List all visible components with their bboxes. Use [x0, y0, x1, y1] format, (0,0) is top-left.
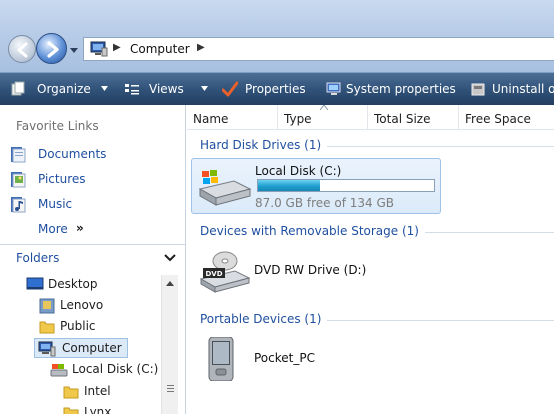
tree-item-label: Local Disk (C:) — [72, 362, 159, 376]
favorite-item-documents[interactable]: Documents — [10, 145, 180, 165]
scroll-up-arrow-icon[interactable] — [166, 281, 174, 286]
tree-item-computer[interactable]: Computer — [34, 338, 128, 358]
favorite-item-label: Documents — [38, 147, 107, 161]
device-tile-pocket-pc[interactable]: Pocket_PC — [191, 331, 441, 387]
uninstall-icon — [471, 83, 485, 96]
address-separator-arrow[interactable]: ▶ — [197, 42, 205, 53]
column-header-name[interactable]: Name — [187, 105, 278, 130]
drive-free-space-text: 87.0 GB free of 134 GB — [255, 196, 394, 210]
computer-icon — [38, 341, 56, 357]
more-links-button[interactable]: More — [38, 222, 68, 236]
command-toolbar: Organize Views Properties System propert… — [0, 72, 554, 105]
checkmark-icon — [222, 81, 238, 97]
more-chevron-icon[interactable]: » — [76, 221, 84, 235]
computer-icon — [90, 41, 108, 57]
system-properties-icon — [326, 82, 341, 95]
address-bar[interactable]: ▶ Computer ▶ — [83, 37, 554, 61]
organize-button[interactable]: Organize — [10, 80, 110, 98]
favorite-item-label: Music — [38, 197, 73, 211]
back-button[interactable] — [8, 35, 36, 63]
drive-name: Local Disk (C:) — [255, 164, 342, 178]
dvd-drive-icon: DVD — [199, 251, 251, 293]
group-label: Portable Devices (1) — [200, 312, 328, 326]
favorite-item-pictures[interactable]: Pictures — [10, 170, 180, 190]
folders-title: Folders — [16, 251, 60, 265]
organize-label: Organize — [37, 82, 91, 96]
drive-tile-local-disk[interactable]: Local Disk (C:) 87.0 GB free of 134 GB — [191, 158, 441, 214]
column-label: Free Space — [465, 112, 531, 126]
drive-tile-dvd[interactable]: DVD DVD RW Drive (D:) — [191, 243, 441, 299]
tree-item-label: Desktop — [48, 277, 98, 291]
tree-item-label: Intel — [84, 384, 111, 398]
column-header-total-size[interactable]: Total Size — [368, 105, 459, 130]
group-header-portable-devices[interactable]: Portable Devices (1) — [200, 312, 554, 328]
dvd-badge-text: DVD — [205, 270, 222, 278]
address-region: ▶ Computer ▶ — [0, 0, 554, 72]
column-label: Name — [193, 112, 229, 126]
folder-icon — [39, 321, 55, 334]
uninstall-label: Uninstall o — [492, 82, 554, 96]
scroll-grip-icon[interactable] — [167, 385, 174, 393]
pane-divider[interactable] — [0, 244, 185, 245]
forward-arrow-icon — [47, 41, 59, 58]
music-icon — [11, 197, 26, 213]
tree-item-label: Lynx — [84, 405, 112, 414]
documents-icon — [11, 147, 26, 163]
group-header-removable-storage[interactable]: Devices with Removable Storage (1) — [200, 224, 554, 240]
sort-ascending-icon — [320, 105, 328, 110]
user-folder-icon — [39, 298, 55, 314]
address-crumb-computer[interactable]: Computer — [130, 42, 190, 56]
chevron-down-icon — [201, 86, 208, 91]
favorite-item-label: Pictures — [38, 172, 86, 186]
group-label: Devices with Removable Storage (1) — [200, 224, 425, 238]
column-header-free-space[interactable]: Free Space — [459, 105, 554, 130]
pictures-icon — [11, 172, 26, 188]
folder-icon — [63, 386, 79, 399]
back-arrow-icon — [17, 42, 28, 58]
device-name: Pocket_PC — [254, 351, 315, 365]
tree-item-label: Computer — [62, 341, 122, 355]
views-label: Views — [149, 82, 184, 96]
chevron-down-icon — [164, 254, 176, 262]
tree-item-label: Public — [60, 319, 96, 333]
disk-capacity-bar — [257, 179, 435, 192]
tree-item-label: Lenovo — [60, 298, 104, 312]
forward-button[interactable] — [36, 33, 67, 64]
properties-label: Properties — [245, 82, 306, 96]
drive-icon — [50, 364, 68, 377]
views-button[interactable]: Views — [124, 80, 212, 98]
hard-drive-icon — [198, 170, 252, 206]
folder-tree-scrollbar[interactable] — [161, 275, 178, 414]
column-header-bar: Name Type Total Size Free Space — [187, 105, 554, 130]
disk-capacity-fill — [258, 180, 320, 191]
views-icon — [125, 84, 139, 95]
desktop-icon — [26, 277, 44, 290]
group-header-hard-disk-drives[interactable]: Hard Disk Drives (1) — [200, 138, 554, 154]
recent-pages-dropdown-icon[interactable] — [69, 46, 79, 54]
properties-button[interactable]: Properties — [222, 80, 317, 98]
folders-header[interactable]: Folders — [0, 246, 185, 272]
uninstall-button[interactable]: Uninstall o — [470, 80, 554, 98]
favorite-item-music[interactable]: Music — [10, 195, 180, 215]
system-properties-button[interactable]: System properties — [326, 80, 462, 98]
tree-item-local-disk[interactable]: Local Disk (C:) — [50, 360, 210, 380]
column-label: Type — [284, 112, 312, 126]
column-label: Total Size — [374, 112, 431, 126]
system-properties-label: System properties — [346, 82, 456, 96]
address-separator-arrow[interactable]: ▶ — [113, 42, 121, 53]
drive-name: DVD RW Drive (D:) — [254, 263, 367, 277]
content-pane: Name Type Total Size Free Space Hard Dis… — [187, 105, 554, 414]
chevron-down-icon — [101, 86, 108, 91]
pocket-pc-icon — [208, 337, 234, 381]
organize-icon — [11, 81, 25, 96]
navigation-pane: Favorite Links Documents Pictures Music … — [0, 105, 186, 414]
group-label: Hard Disk Drives (1) — [200, 138, 328, 152]
favorite-links-title: Favorite Links — [16, 119, 99, 133]
folder-icon — [63, 407, 79, 414]
